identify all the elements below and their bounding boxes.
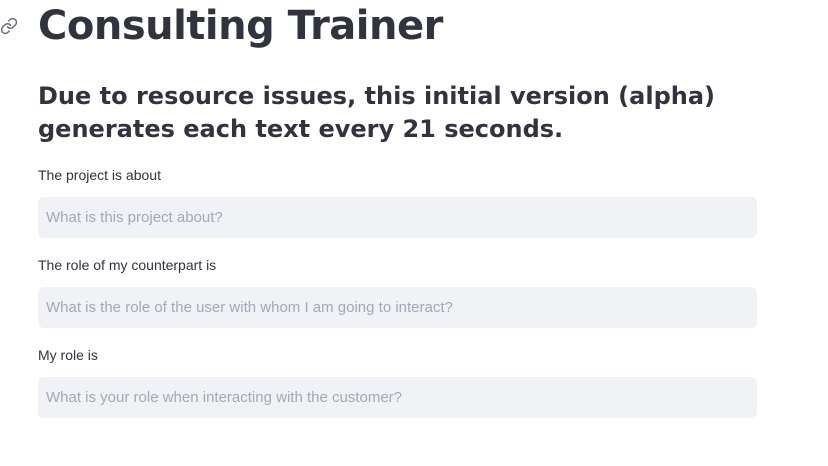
project-field-label: The project is about bbox=[38, 167, 161, 183]
counterpart-role-input[interactable] bbox=[38, 287, 757, 328]
my-role-field: My role is bbox=[38, 347, 757, 418]
my-role-field-label: My role is bbox=[38, 347, 98, 363]
project-input[interactable] bbox=[38, 197, 757, 238]
page-subtitle: Due to resource issues, this initial ver… bbox=[38, 82, 716, 143]
app-page: Consulting Trainer Due to resource issue… bbox=[0, 0, 828, 466]
my-role-input[interactable] bbox=[38, 377, 757, 418]
link-icon[interactable] bbox=[0, 17, 18, 35]
counterpart-role-field: The role of my counterpart is bbox=[38, 257, 757, 328]
counterpart-role-field-label: The role of my counterpart is bbox=[38, 257, 217, 273]
page-title: Consulting Trainer bbox=[38, 3, 443, 49]
project-field: The project is about bbox=[38, 167, 757, 238]
